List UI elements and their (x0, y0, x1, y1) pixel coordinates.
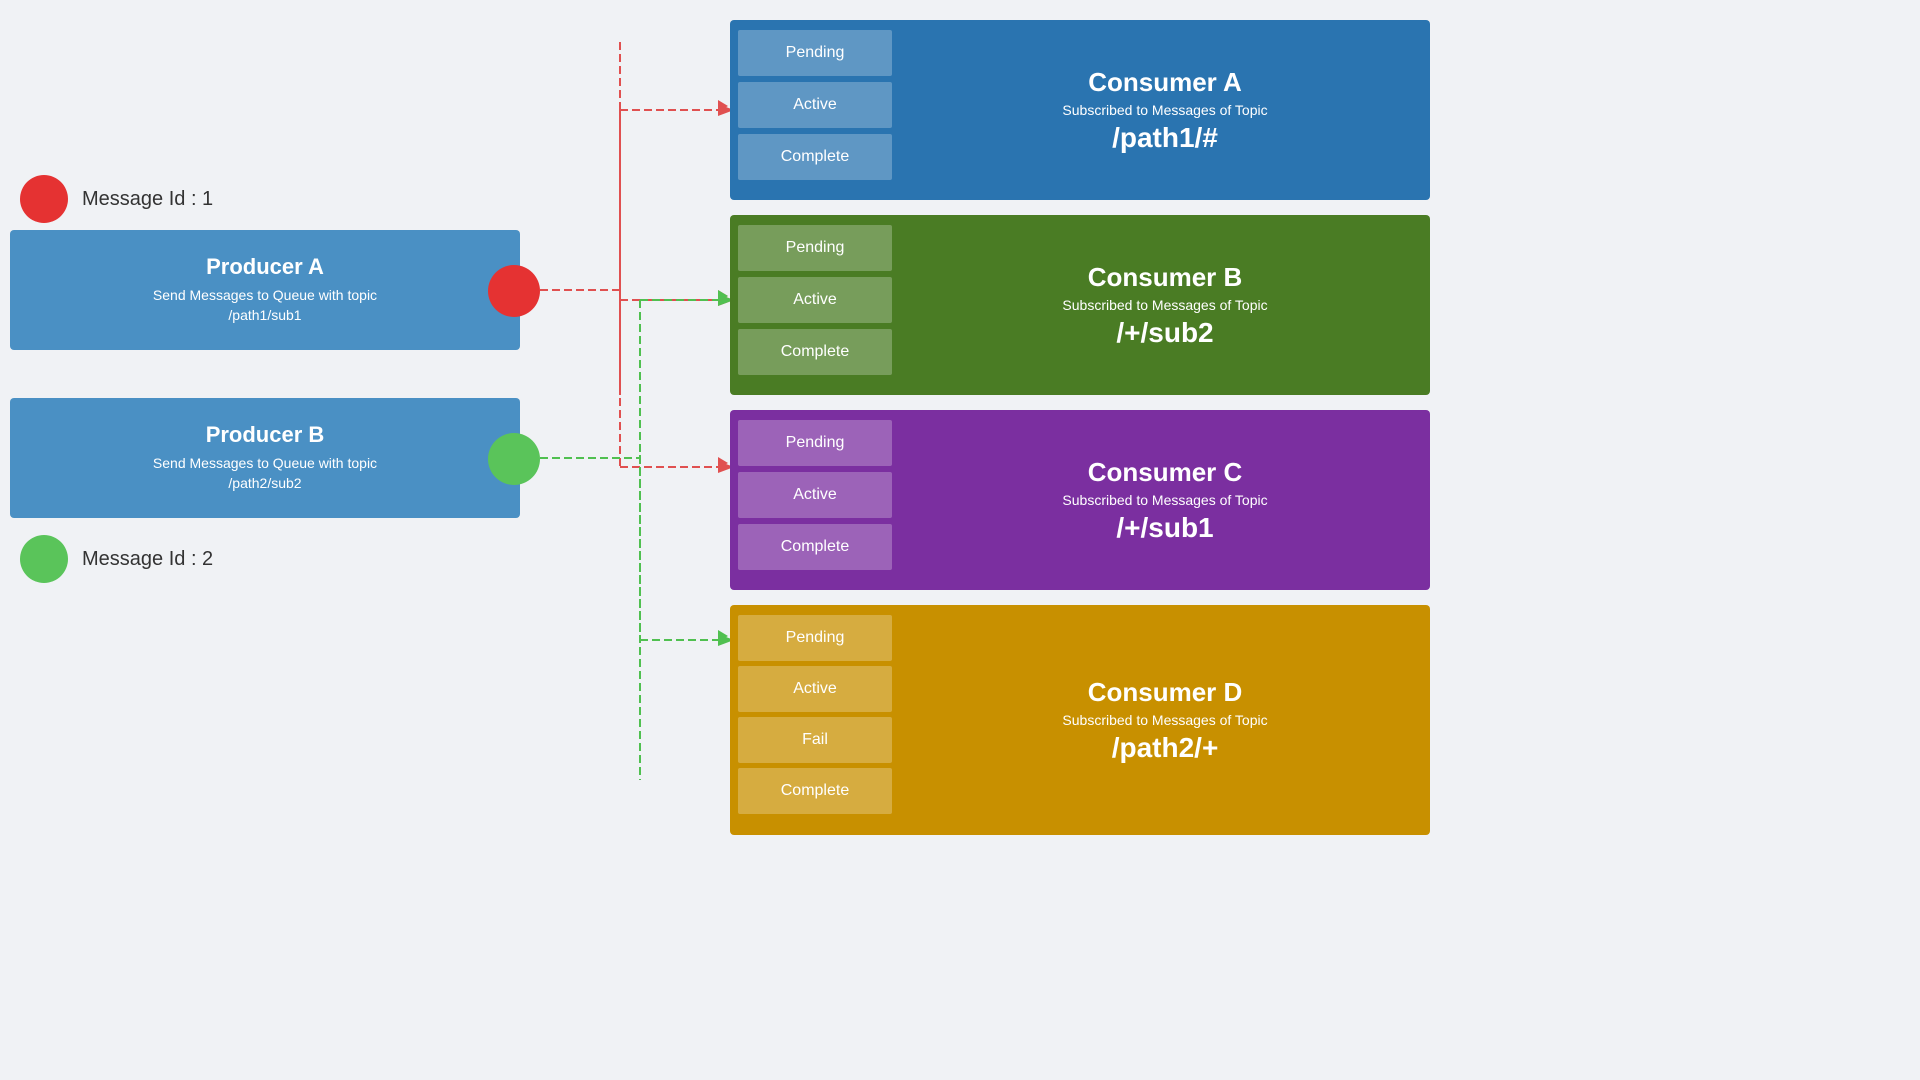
consumer-b-complete: Complete (738, 329, 892, 375)
arrow-consumer-c-red (718, 457, 728, 469)
producer-a-bubble (488, 265, 540, 317)
canvas: Message Id : 1 Message Id : 2 Producer A… (0, 0, 1920, 1080)
consumer-c-topic: /+/sub1 (1116, 512, 1213, 544)
message-legend-2: Message Id : 2 (20, 535, 213, 583)
message-label-1: Message Id : 1 (82, 188, 213, 211)
consumer-a-topic: /path1/# (1112, 122, 1218, 154)
consumer-b-active: Active (738, 277, 892, 323)
consumer-b-pending: Pending (738, 225, 892, 271)
consumer-a-active: Active (738, 82, 892, 128)
arrow-consumer-b-green (718, 290, 728, 302)
consumer-a-name: Consumer A (1088, 67, 1242, 98)
consumer-a-sub: Subscribed to Messages of Topic (1062, 102, 1267, 118)
consumer-d-topic: /path2/+ (1112, 732, 1219, 764)
consumer-c-active: Active (738, 472, 892, 518)
message-label-2: Message Id : 2 (82, 548, 213, 571)
consumer-c-complete: Complete (738, 524, 892, 570)
consumer-a-complete: Complete (738, 134, 892, 180)
consumer-d-complete: Complete (738, 768, 892, 814)
consumer-a-block: Pending Active Complete Consumer A Subsc… (730, 20, 1430, 200)
producer-b-box: Producer B Send Messages to Queue with t… (10, 398, 520, 518)
consumer-d-block: Pending Active Fail Complete Consumer D … (730, 605, 1430, 835)
consumer-b-name: Consumer B (1088, 262, 1243, 293)
consumer-c-pending: Pending (738, 420, 892, 466)
producer-a-subtitle: Send Messages to Queue with topic/path1/… (153, 286, 377, 325)
producer-b-title: Producer B (153, 422, 377, 448)
consumer-d-name: Consumer D (1088, 677, 1243, 708)
arrow-consumer-d-green (718, 630, 728, 642)
consumer-c-block: Pending Active Complete Consumer C Subsc… (730, 410, 1430, 590)
producer-a-box: Producer A Send Messages to Queue with t… (10, 230, 520, 350)
arrow-consumer-a-red (718, 100, 728, 112)
consumer-c-name: Consumer C (1088, 457, 1243, 488)
consumer-b-sub: Subscribed to Messages of Topic (1062, 297, 1267, 313)
consumer-d-active: Active (738, 666, 892, 712)
consumer-c-sub: Subscribed to Messages of Topic (1062, 492, 1267, 508)
consumer-b-topic: /+/sub2 (1116, 317, 1213, 349)
producer-b-subtitle: Send Messages to Queue with topic/path2/… (153, 454, 377, 493)
arrow-consumer-b-red (718, 290, 728, 302)
consumer-b-block: Pending Active Complete Consumer B Subsc… (730, 215, 1430, 395)
producer-a-title: Producer A (153, 254, 377, 280)
message-legend-1: Message Id : 1 (20, 175, 213, 223)
consumer-d-sub: Subscribed to Messages of Topic (1062, 712, 1267, 728)
producer-b-bubble (488, 433, 540, 485)
message-circle-1 (20, 175, 68, 223)
message-circle-2 (20, 535, 68, 583)
consumer-a-pending: Pending (738, 30, 892, 76)
consumer-d-pending: Pending (738, 615, 892, 661)
consumer-d-fail: Fail (738, 717, 892, 763)
